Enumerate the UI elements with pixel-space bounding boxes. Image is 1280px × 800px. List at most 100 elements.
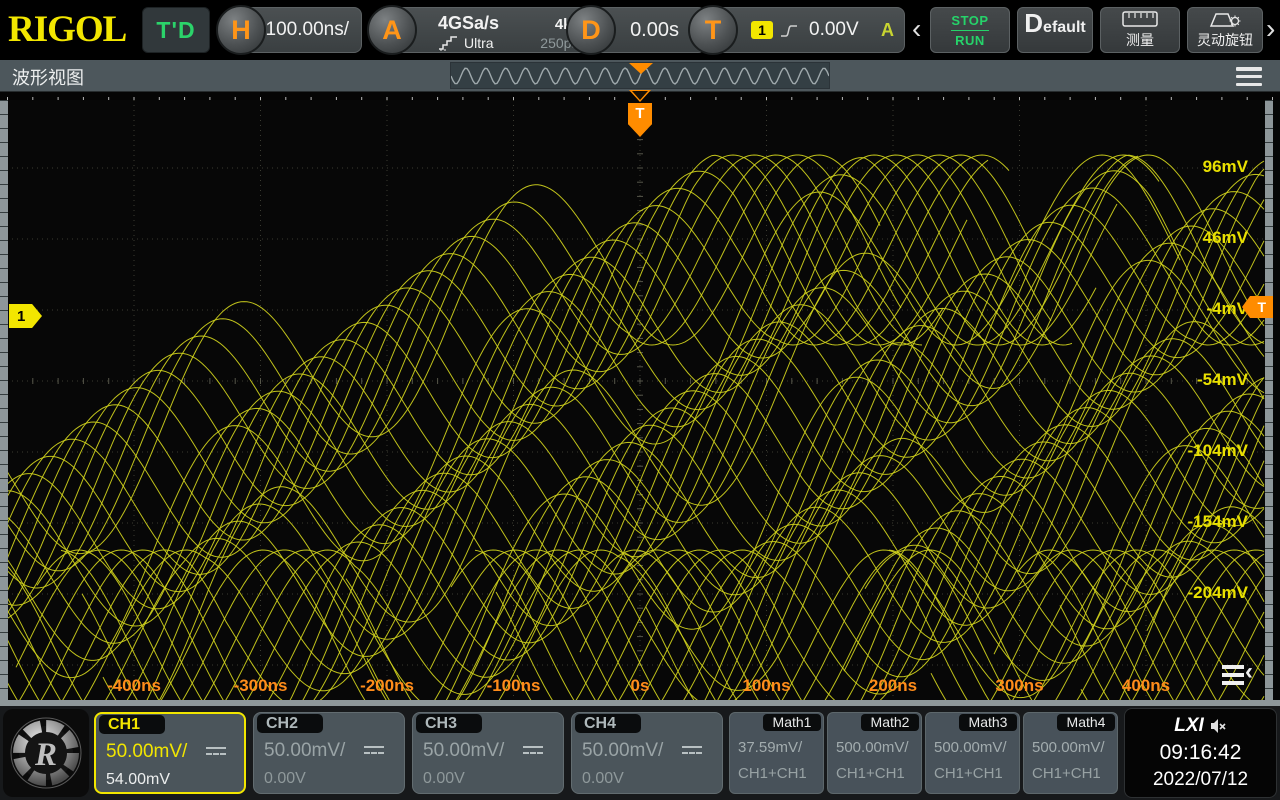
timebase-value: 100.00ns/	[266, 19, 349, 41]
voltage-label: -154mV	[1188, 512, 1248, 532]
measure-button[interactable]: 测量	[1100, 7, 1180, 53]
math-box-math3[interactable]: Math3 500.00mV/ CH1+CH1	[925, 712, 1020, 794]
waveform-svg	[7, 100, 1266, 700]
staircase-icon	[438, 36, 462, 51]
math4-tab: Math4	[1057, 714, 1115, 731]
quick-knob-button[interactable]: 灵动旋钮	[1187, 7, 1263, 53]
acquisition-letter: A	[382, 15, 402, 46]
channel-box-ch3[interactable]: CH3 50.00mV/ 0.00V	[412, 712, 564, 794]
voltage-axis-labels: 96mV46mV-4mV-54mV-104mV-154mV-204mV	[1148, 100, 1252, 700]
ruler-icon	[1122, 11, 1158, 28]
stop-label: STOP	[951, 13, 988, 28]
time-label: -200ns	[342, 676, 432, 696]
channel-box-ch1[interactable]: CH1 50.00mV/ 54.00mV	[94, 712, 246, 794]
quick-knob-label: 灵动旋钮	[1197, 30, 1253, 50]
dc-coupling-icon	[682, 746, 702, 756]
nav-right-chevron[interactable]: ›	[1266, 14, 1275, 44]
stop-run-button[interactable]: STOP RUN	[930, 7, 1010, 53]
math-box-math4[interactable]: Math4 500.00mV/ CH1+CH1	[1023, 712, 1118, 794]
math2-scale: 500.00mV/	[836, 739, 909, 756]
channel-status-bar: R CH1 50.00mV/ 54.00mV CH2 50.00mV/ 0.00…	[0, 706, 1280, 800]
trigger-source-badge: 1	[751, 21, 773, 39]
rising-edge-icon	[779, 22, 799, 39]
acquisition-knob-button[interactable]: A	[367, 5, 417, 55]
math3-scale: 500.00mV/	[934, 739, 1007, 756]
math3-tab: Math3	[959, 714, 1017, 731]
voltage-label: 96mV	[1203, 157, 1248, 177]
horizontal-letter: H	[231, 15, 251, 46]
waveform-display-area: T 1 T 96mV46mV-4mV-54mV-104mV-154mV-204m…	[0, 100, 1280, 700]
default-initial: D	[1024, 8, 1043, 39]
delay-knob-button[interactable]: D	[566, 5, 616, 55]
trigger-box[interactable]: 1 0.00V A	[712, 7, 905, 53]
default-button[interactable]: Default	[1017, 7, 1093, 53]
trigger-position-flag[interactable]: T	[628, 103, 652, 137]
time-label: -100ns	[469, 676, 559, 696]
time-label: -300ns	[216, 676, 306, 696]
ch1-tab: CH1	[99, 715, 165, 734]
time-label: -400ns	[89, 676, 179, 696]
trigger-letter: T	[705, 15, 722, 46]
ch1-offset: 54.00mV	[106, 771, 170, 789]
math1-scale: 37.59mV/	[738, 739, 802, 756]
default-rest: efault	[1043, 19, 1086, 37]
knob-gear-icon	[1208, 10, 1242, 28]
time-label: 100ns	[722, 676, 812, 696]
voltage-label: -204mV	[1188, 583, 1248, 603]
math-box-math1[interactable]: Math1 37.59mV/ CH1+CH1	[729, 712, 824, 794]
ch4-tab: CH4	[575, 714, 641, 733]
ch3-offset: 0.00V	[423, 770, 465, 788]
waveform-view-row: 波形视图	[0, 60, 1280, 92]
lxi-logo: LXI	[1174, 715, 1204, 737]
math-box-math2[interactable]: Math2 500.00mV/ CH1+CH1	[827, 712, 922, 794]
horizontal-ruler	[0, 92, 1280, 100]
math2-expression: CH1+CH1	[836, 765, 905, 782]
nav-left-chevron[interactable]: ‹	[912, 14, 921, 44]
system-time: 09:16:42	[1125, 741, 1276, 765]
menu-hamburger-icon[interactable]	[1236, 67, 1262, 86]
system-info-box[interactable]: LXI 09:16:42 2022/07/12	[1124, 708, 1277, 798]
channel-box-ch2[interactable]: CH2 50.00mV/ 0.00V	[253, 712, 405, 794]
ch3-scale: 50.00mV/	[423, 740, 504, 762]
speaker-muted-icon	[1210, 718, 1227, 734]
menu-collapse-icon[interactable]: ‹	[1222, 662, 1264, 690]
channel-box-ch4[interactable]: CH4 50.00mV/ 0.00V	[571, 712, 723, 794]
ch1-scale: 50.00mV/	[106, 741, 187, 763]
dc-coupling-icon	[523, 746, 543, 756]
ch4-offset: 0.00V	[582, 770, 624, 788]
preview-trigger-position-icon[interactable]	[629, 63, 653, 74]
math2-tab: Math2	[861, 714, 919, 731]
lxi-row: LXI	[1125, 715, 1276, 737]
ch2-offset: 0.00V	[264, 770, 306, 788]
math1-tab: Math1	[763, 714, 821, 731]
dc-coupling-icon	[206, 747, 226, 757]
system-date: 2022/07/12	[1125, 769, 1276, 791]
math3-expression: CH1+CH1	[934, 765, 1003, 782]
ch2-tab: CH2	[257, 714, 323, 733]
voltage-label: 46mV	[1203, 228, 1248, 248]
time-label: 0s	[595, 676, 685, 696]
dc-coupling-icon	[364, 746, 384, 756]
trigger-knob-button[interactable]: T	[688, 5, 738, 55]
top-status-bar: RIGOL T'D H 100.00ns/ A 4GSa/s 4kpts Ult…	[0, 0, 1280, 60]
math4-expression: CH1+CH1	[1032, 765, 1101, 782]
time-label: 300ns	[975, 676, 1065, 696]
horizontal-knob-button[interactable]: H	[216, 5, 266, 55]
waveform-preview-strip[interactable]	[450, 62, 830, 89]
voltage-label: -4mV	[1206, 299, 1248, 319]
voltage-label: -104mV	[1188, 441, 1248, 461]
right-scale-ruler	[1265, 100, 1273, 700]
acq-mode: Ultra	[464, 35, 494, 51]
delay-value: 0.00s	[630, 19, 679, 42]
rigol-emblem-button[interactable]: R	[3, 709, 89, 797]
ch3-tab: CH3	[416, 714, 482, 733]
run-label: RUN	[955, 33, 985, 48]
ch2-scale: 50.00mV/	[264, 740, 345, 762]
stop-run-divider	[951, 30, 989, 31]
svg-text:R: R	[34, 737, 57, 773]
view-title: 波形视图	[12, 64, 84, 90]
measure-label: 测量	[1126, 30, 1154, 50]
trigger-position-triangle-icon[interactable]	[629, 90, 651, 102]
trigger-level-value: 0.00V	[809, 19, 859, 41]
left-scale-ruler	[0, 100, 8, 700]
